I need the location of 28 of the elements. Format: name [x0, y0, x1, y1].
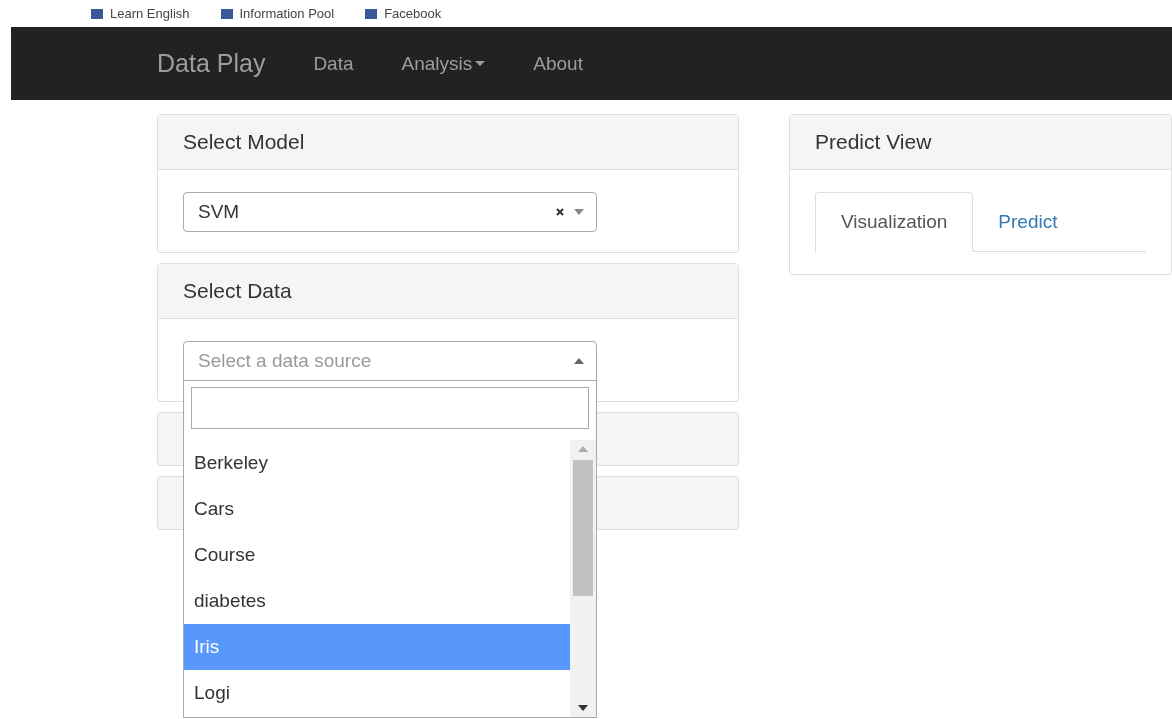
option-item[interactable]: diabetes	[184, 578, 570, 624]
scroll-up-icon[interactable]	[578, 446, 588, 452]
option-item[interactable]: Berkeley	[184, 440, 570, 486]
option-item[interactable]: Cars	[184, 486, 570, 532]
bookmark-icon	[364, 7, 379, 20]
scroll-down-icon[interactable]	[578, 705, 588, 711]
bookmark-icon	[219, 7, 234, 20]
caret-icon	[574, 358, 584, 364]
bookmark-icon	[90, 7, 104, 20]
nav-link[interactable]: About	[533, 52, 583, 75]
panel-title: Predict View	[815, 130, 932, 154]
bookmark-link[interactable]: Learn English	[110, 6, 190, 21]
bookmark-link[interactable]: Facebook	[384, 6, 442, 21]
clear-icon[interactable]	[556, 208, 564, 216]
brand-link[interactable]: Data Play	[157, 49, 266, 78]
scrollbar[interactable]	[570, 440, 596, 717]
nav-link[interactable]: Data	[313, 52, 354, 75]
search-field[interactable]	[191, 387, 589, 429]
caret-icon	[574, 209, 584, 215]
panel-title: Select Data	[183, 279, 292, 303]
option-item[interactable]: Logi	[184, 670, 570, 716]
option-item[interactable]: Course	[184, 532, 570, 578]
model-select[interactable]: SVM	[183, 192, 597, 232]
nav-link[interactable]: Analysis	[401, 52, 486, 75]
tab[interactable]: Predict	[973, 192, 1083, 251]
panel-title: Select Model	[183, 130, 305, 154]
bookmark-link[interactable]: Information Pool	[239, 6, 335, 21]
tab[interactable]: Visualization	[815, 192, 974, 252]
